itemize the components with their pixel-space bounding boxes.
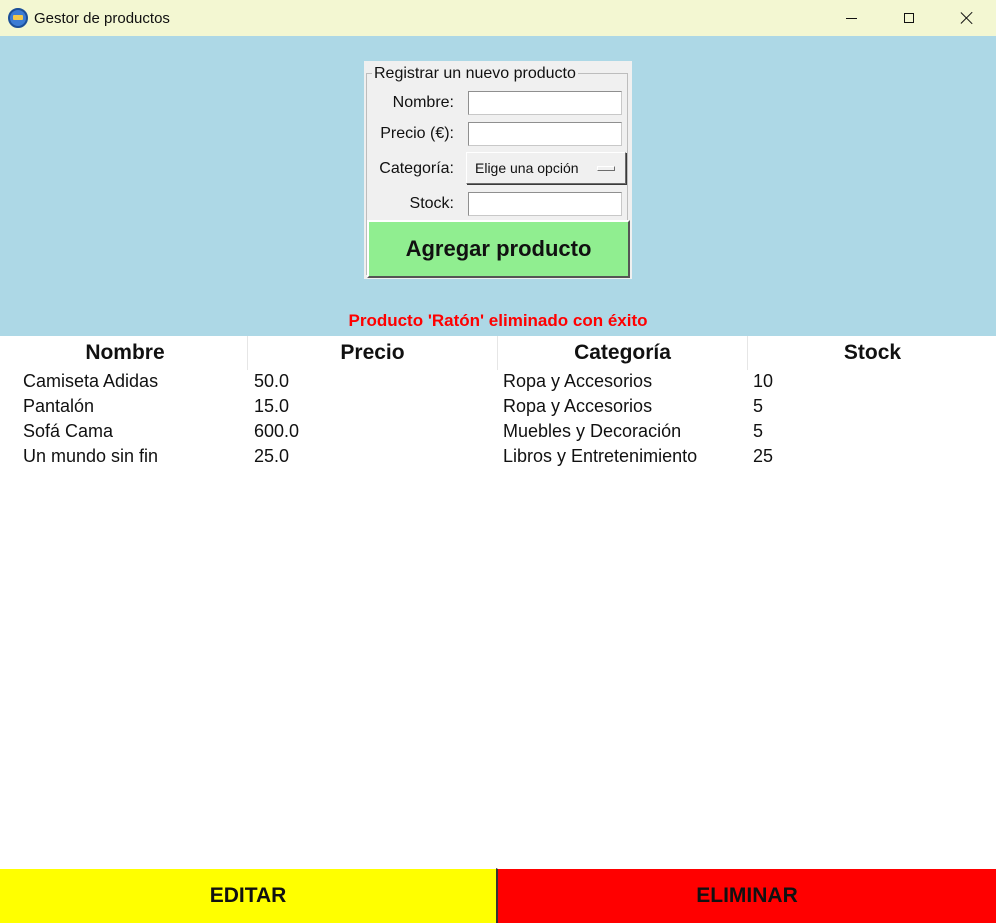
precio-label: Precio (€): (380, 125, 454, 142)
table-row[interactable]: Pantalón 15.0 Ropa y Accesorios 5 (0, 394, 996, 419)
cell-stock: 5 (753, 396, 764, 416)
column-header-categoria[interactable]: Categoría (497, 336, 747, 370)
dropdown-indicator-icon (597, 166, 615, 171)
add-product-button[interactable]: Agregar producto (367, 220, 630, 278)
nombre-input[interactable] (468, 91, 622, 115)
cell-categoria: Muebles y Decoración (503, 421, 682, 441)
stock-label: Stock: (409, 195, 454, 212)
cell-nombre: Un mundo sin fin (23, 446, 159, 466)
form-legend: Registrar un nuevo producto (372, 65, 578, 83)
edit-button[interactable]: EDITAR (0, 868, 496, 923)
top-panel: Registrar un nuevo producto Nombre: Prec… (0, 36, 996, 336)
status-message: Producto 'Ratón' eliminado con éxito (348, 311, 648, 330)
title-bar: Gestor de productos (0, 0, 996, 36)
column-header-stock[interactable]: Stock (747, 336, 996, 370)
cell-nombre: Pantalón (23, 396, 95, 416)
cell-precio: 600.0 (254, 421, 300, 441)
close-button[interactable] (938, 0, 996, 36)
stock-input[interactable] (468, 192, 622, 216)
cell-stock: 5 (753, 421, 764, 441)
cell-precio: 25.0 (254, 446, 290, 466)
categoria-selected-value: Elige una opción (475, 160, 579, 176)
maximize-icon (904, 13, 914, 23)
table-row[interactable]: Sofá Cama 600.0 Muebles y Decoración 5 (0, 419, 996, 444)
delete-button[interactable]: ELIMINAR (496, 868, 996, 923)
precio-input[interactable] (468, 122, 622, 146)
categoria-label: Categoría: (379, 160, 454, 177)
cell-stock: 10 (753, 371, 774, 391)
cell-categoria: Ropa y Accesorios (503, 396, 653, 416)
app-icon (8, 8, 28, 28)
window-title: Gestor de productos (34, 9, 170, 27)
cell-stock: 25 (753, 446, 774, 466)
cell-categoria: Libros y Entretenimiento (503, 446, 698, 466)
cell-nombre: Camiseta Adidas (23, 371, 159, 391)
cell-precio: 15.0 (254, 396, 290, 416)
window-controls (822, 0, 996, 36)
close-icon (960, 11, 974, 25)
cell-categoria: Ropa y Accesorios (503, 371, 653, 391)
table-row[interactable]: Un mundo sin fin 25.0 Libros y Entreteni… (0, 444, 996, 469)
column-header-nombre[interactable]: Nombre (0, 336, 250, 370)
maximize-button[interactable] (880, 0, 938, 36)
product-form: Registrar un nuevo producto Nombre: Prec… (364, 61, 632, 279)
cell-precio: 50.0 (254, 371, 290, 391)
product-table: Nombre Precio Categoría Stock Camiseta A… (0, 336, 996, 868)
minimize-icon (845, 17, 857, 19)
categoria-select[interactable]: Elige una opción (466, 152, 626, 184)
nombre-label: Nombre: (392, 94, 454, 111)
minimize-button[interactable] (822, 0, 880, 36)
column-header-precio[interactable]: Precio (247, 336, 497, 370)
cell-nombre: Sofá Cama (23, 421, 114, 441)
table-row[interactable]: Camiseta Adidas 50.0 Ropa y Accesorios 1… (0, 369, 996, 394)
app-window: Gestor de productos Registrar un nuevo p… (0, 0, 996, 923)
